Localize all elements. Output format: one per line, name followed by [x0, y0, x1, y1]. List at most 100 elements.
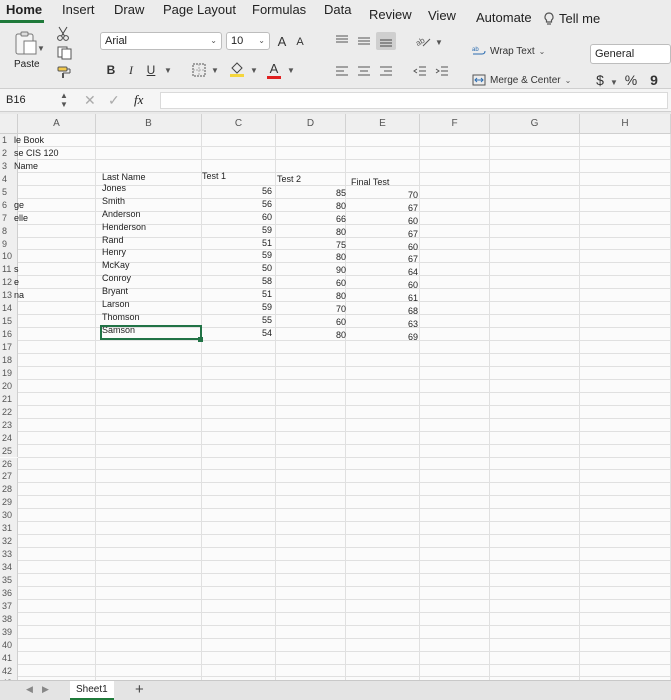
row-header[interactable]: 15	[0, 315, 18, 329]
row-header[interactable]: 20	[0, 379, 18, 393]
borders-caret[interactable]: ▼	[211, 66, 219, 75]
row-header[interactable]: 14	[0, 302, 18, 316]
increase-indent-button[interactable]	[434, 64, 450, 78]
row-header[interactable]: 19	[0, 366, 18, 380]
row-header[interactable]: 37	[0, 599, 18, 613]
column-header-d[interactable]: D	[276, 114, 346, 134]
row-header[interactable]: 21	[0, 392, 18, 406]
row-header[interactable]: 32	[0, 535, 18, 549]
wrap-text-button[interactable]: ab Wrap Text ⌄	[472, 42, 582, 60]
tab-draw[interactable]: Draw	[114, 2, 144, 17]
row-header[interactable]: 41	[0, 651, 18, 665]
row-header[interactable]: 10	[0, 250, 18, 264]
scroll-next-sheet-icon[interactable]: ▶	[42, 684, 49, 695]
tab-data[interactable]: Data	[324, 2, 351, 17]
worksheet-grid[interactable]: ABCDEFGH 1 2 3 4 5 6 7 8 9 10 11 12 13 14 15 16 17 18 19 20…	[0, 114, 671, 680]
row-header[interactable]: 36	[0, 586, 18, 600]
row-header[interactable]: 39	[0, 625, 18, 639]
column-header-e[interactable]: E	[346, 114, 420, 134]
column-header-h[interactable]: H	[580, 114, 671, 134]
paste-options-caret[interactable]: ▼	[37, 44, 45, 53]
underline-options-caret[interactable]: ▼	[164, 66, 172, 75]
currency-caret[interactable]: ▼	[610, 78, 618, 87]
name-box-stepper[interactable]: ▲ ▼	[60, 91, 68, 109]
row-header[interactable]: 22	[0, 405, 18, 419]
column-header-b[interactable]: B	[96, 114, 202, 134]
currency-button[interactable]: $	[594, 72, 606, 88]
row-header[interactable]: 38	[0, 612, 18, 626]
formula-input[interactable]	[160, 92, 668, 109]
insert-function-button[interactable]: fx	[134, 92, 143, 108]
font-color-button[interactable]: A	[266, 60, 282, 80]
underline-button[interactable]: U	[144, 62, 158, 78]
column-header-f[interactable]: F	[420, 114, 490, 134]
align-middle-button[interactable]	[356, 34, 372, 48]
italic-button[interactable]: I	[124, 62, 138, 78]
align-left-button[interactable]	[334, 64, 350, 78]
merge-center-button[interactable]: Merge & Center ⌄	[472, 71, 584, 89]
fill-handle[interactable]	[198, 337, 203, 343]
decrease-font-size-button[interactable]: A	[293, 34, 307, 50]
row-header[interactable]: 16	[0, 328, 18, 342]
row-header[interactable]: 24	[0, 431, 18, 445]
sheet-tab-sheet1[interactable]: Sheet1	[70, 681, 114, 700]
format-painter-button[interactable]	[54, 64, 74, 80]
row-header[interactable]: 5	[0, 185, 18, 199]
row-header[interactable]: 9	[0, 237, 18, 251]
orientation-caret[interactable]: ▼	[435, 38, 443, 47]
fill-color-button[interactable]	[228, 60, 246, 78]
row-header[interactable]: 29	[0, 496, 18, 510]
tab-automate[interactable]: Automate	[476, 10, 532, 25]
cancel-edit-icon[interactable]: ✕	[84, 92, 96, 109]
row-header[interactable]: 4	[0, 172, 18, 186]
tab-page-layout[interactable]: Page Layout	[163, 2, 236, 17]
decrease-indent-button[interactable]	[412, 64, 428, 78]
font-size-select[interactable]: 10 ⌄	[226, 32, 270, 50]
row-header[interactable]: 18	[0, 353, 18, 367]
row-header[interactable]: 28	[0, 483, 18, 497]
align-right-button[interactable]	[378, 64, 394, 78]
row-header[interactable]: 30	[0, 509, 18, 523]
select-all-corner[interactable]	[0, 114, 18, 134]
paste-button[interactable]	[10, 28, 42, 58]
row-header[interactable]: 31	[0, 522, 18, 536]
tab-review[interactable]: Review	[369, 7, 412, 22]
number-format-select[interactable]: General	[590, 44, 671, 64]
orientation-button[interactable]: ab	[414, 34, 432, 48]
tell-me-search[interactable]: Tell me	[543, 11, 600, 26]
tab-formulas[interactable]: Formulas	[252, 2, 306, 17]
name-box[interactable]: B16	[6, 94, 26, 106]
font-color-caret[interactable]: ▼	[287, 66, 295, 75]
cut-button[interactable]	[54, 26, 72, 42]
row-header[interactable]: 27	[0, 470, 18, 484]
tab-insert[interactable]: Insert	[62, 2, 95, 17]
row-header[interactable]: 17	[0, 341, 18, 354]
copy-button[interactable]	[54, 45, 76, 61]
column-header-a[interactable]: A	[18, 114, 96, 134]
tab-home[interactable]: Home	[6, 2, 42, 17]
fill-color-caret[interactable]: ▼	[250, 66, 258, 75]
row-header[interactable]: 26	[0, 457, 18, 471]
confirm-edit-icon[interactable]: ✓	[108, 92, 120, 109]
align-center-button[interactable]	[356, 64, 372, 78]
selected-cell-b16[interactable]	[100, 325, 202, 341]
row-header[interactable]: 25	[0, 444, 18, 458]
borders-button[interactable]	[190, 62, 208, 78]
increase-font-size-button[interactable]: A	[275, 32, 289, 50]
row-header[interactable]: 23	[0, 418, 18, 432]
scroll-prev-sheet-icon[interactable]: ◀	[26, 684, 33, 695]
row-header[interactable]: 40	[0, 638, 18, 652]
column-header-g[interactable]: G	[490, 114, 580, 134]
align-bottom-button[interactable]	[376, 32, 396, 50]
column-header-c[interactable]: C	[202, 114, 276, 134]
font-name-select[interactable]: Arial ⌄	[100, 32, 222, 50]
bold-button[interactable]: B	[104, 62, 118, 78]
comma-style-button[interactable]: 9	[648, 72, 660, 88]
row-header[interactable]: 42	[0, 664, 18, 678]
row-header[interactable]: 34	[0, 561, 18, 574]
percent-style-button[interactable]: %	[624, 72, 638, 88]
row-header[interactable]: 33	[0, 548, 18, 562]
row-header[interactable]: 35	[0, 573, 18, 587]
row-header[interactable]: 8	[0, 224, 18, 238]
align-top-button[interactable]	[334, 34, 350, 48]
